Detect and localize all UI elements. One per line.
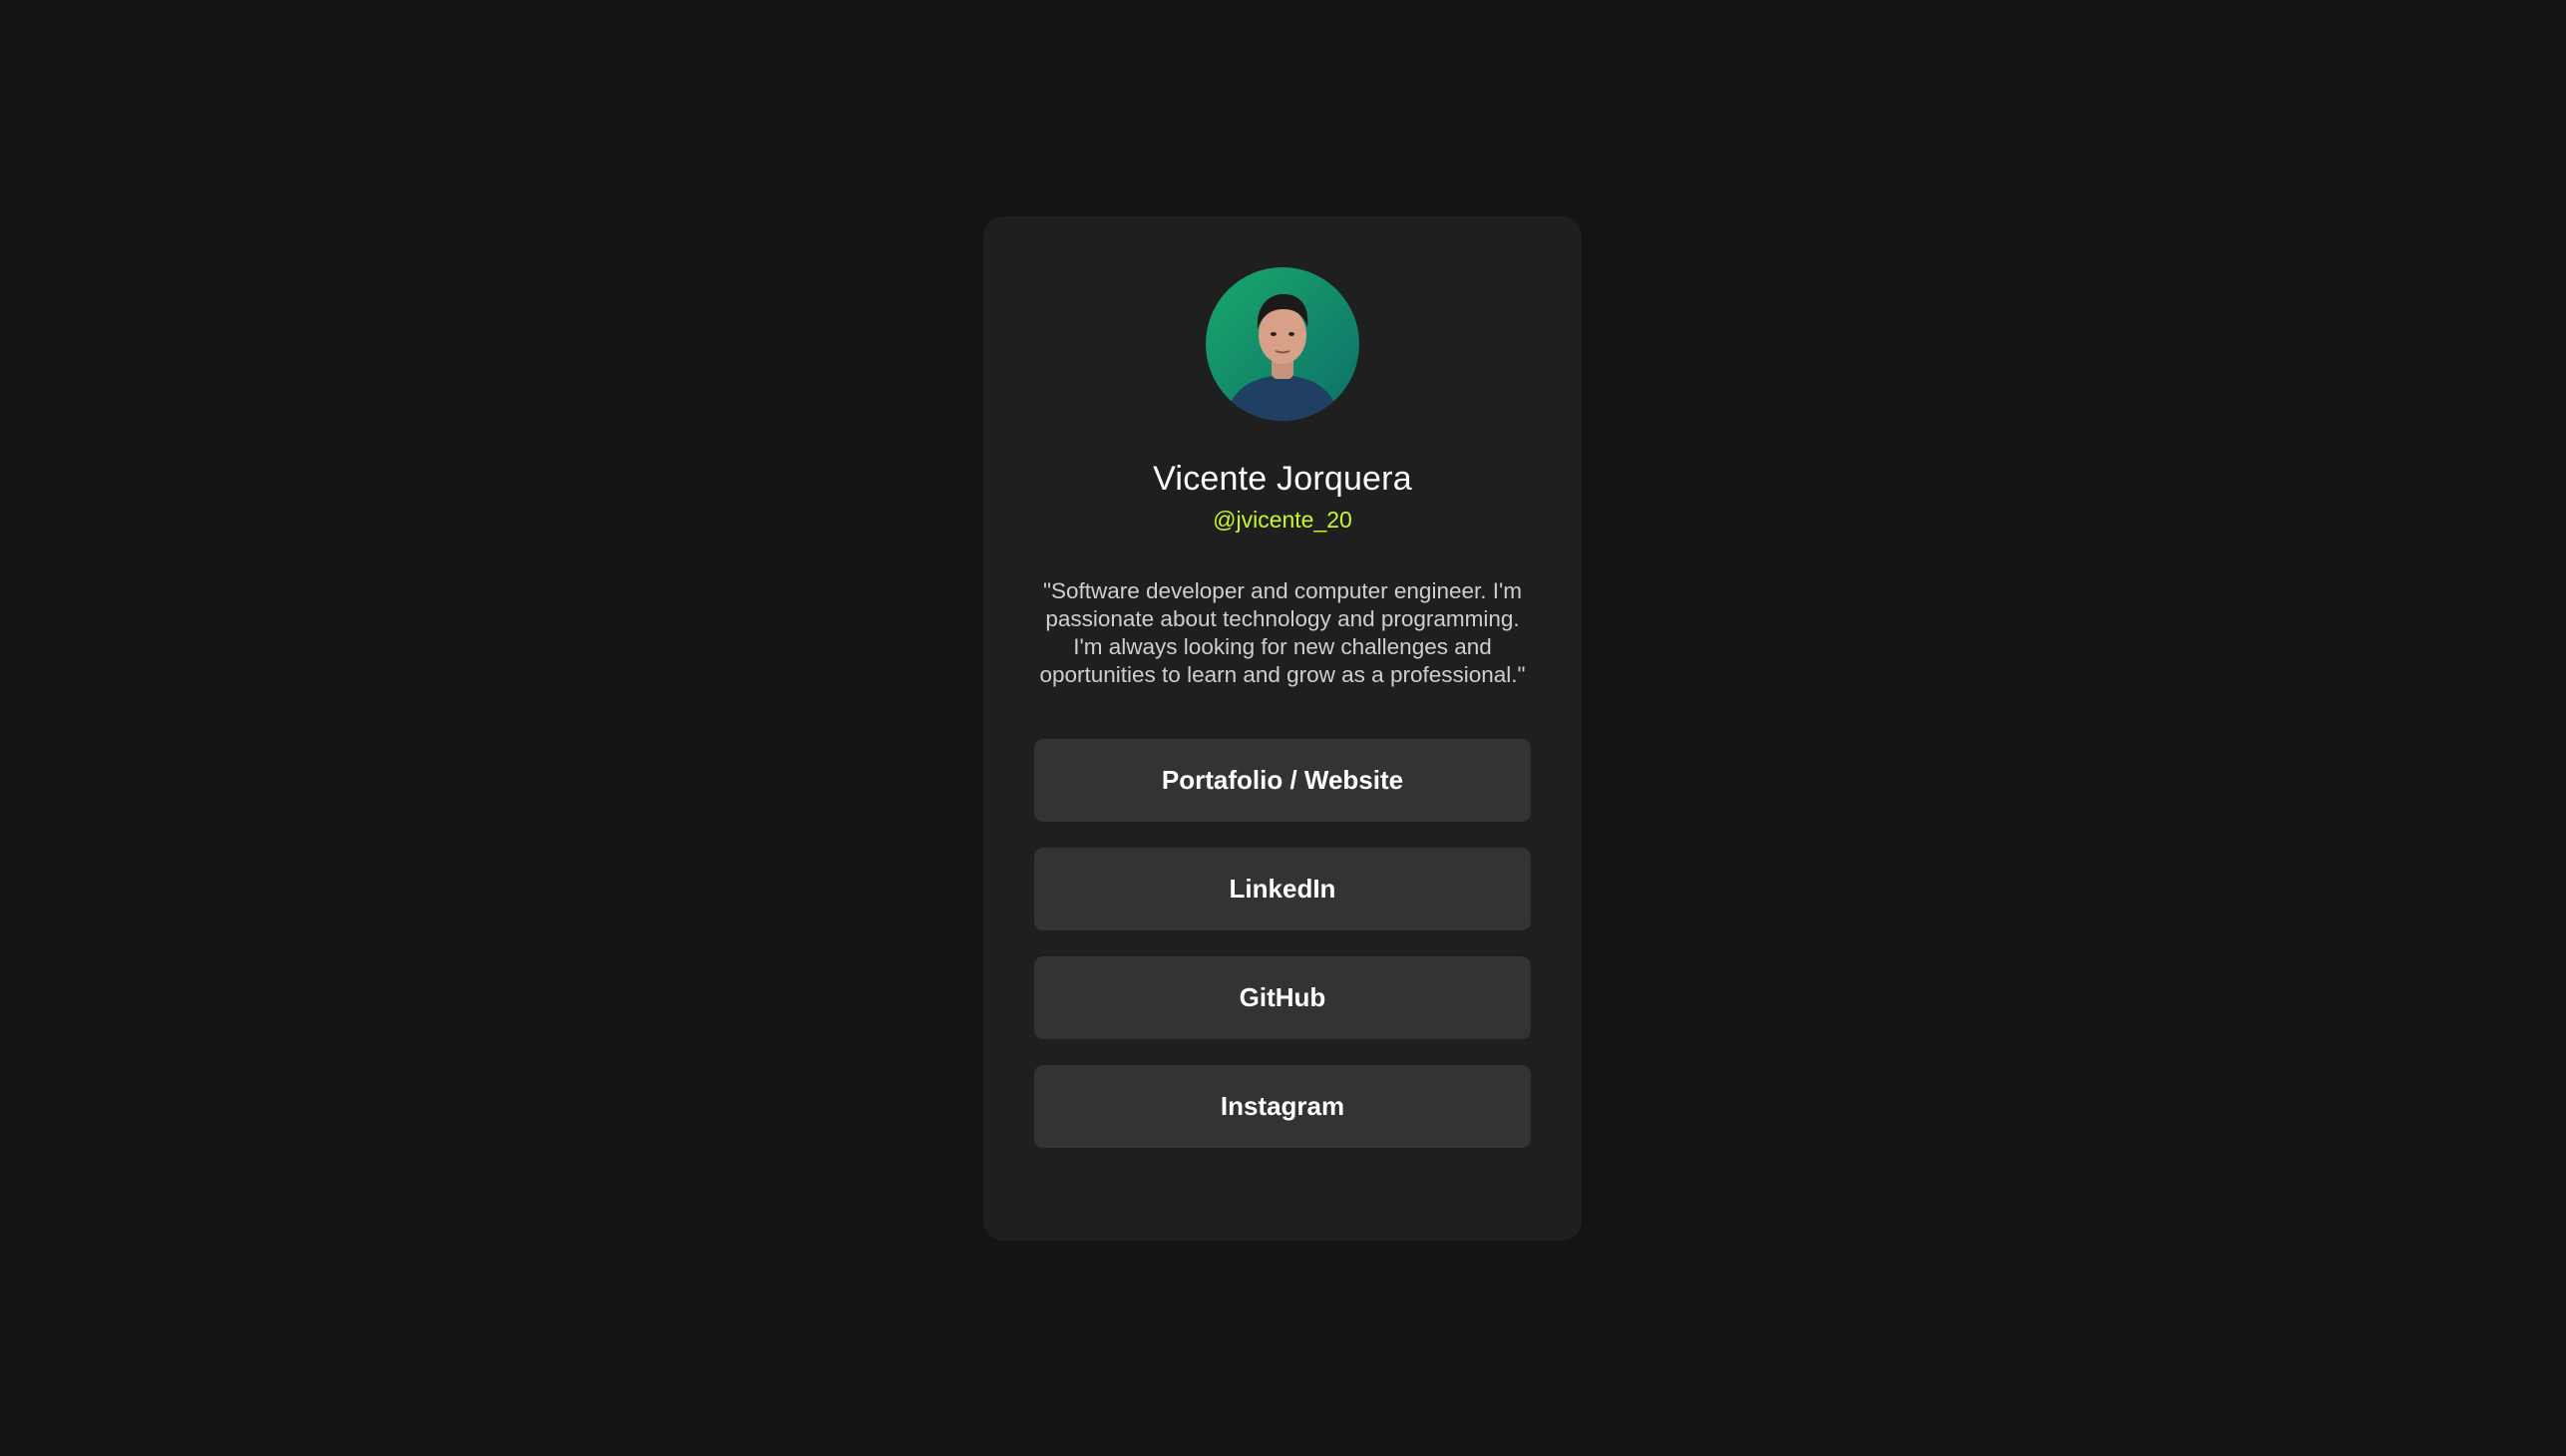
profile-card: Vicente Jorquera @jvicente_20 "Software … xyxy=(983,216,1582,1241)
github-button[interactable]: GitHub xyxy=(1034,956,1531,1039)
profile-bio: "Software developer and computer enginee… xyxy=(1039,578,1526,687)
profile-photo xyxy=(1206,267,1359,421)
profile-name: Vicente Jorquera xyxy=(1153,460,1412,498)
linkedin-button[interactable]: LinkedIn xyxy=(1034,848,1531,930)
links-list: Portafolio / Website LinkedIn GitHub Ins… xyxy=(1034,739,1531,1148)
portfolio-website-button[interactable]: Portafolio / Website xyxy=(1034,739,1531,822)
instagram-button[interactable]: Instagram xyxy=(1034,1065,1531,1148)
profile-handle: @jvicente_20 xyxy=(1213,507,1352,533)
avatar xyxy=(1206,267,1359,421)
